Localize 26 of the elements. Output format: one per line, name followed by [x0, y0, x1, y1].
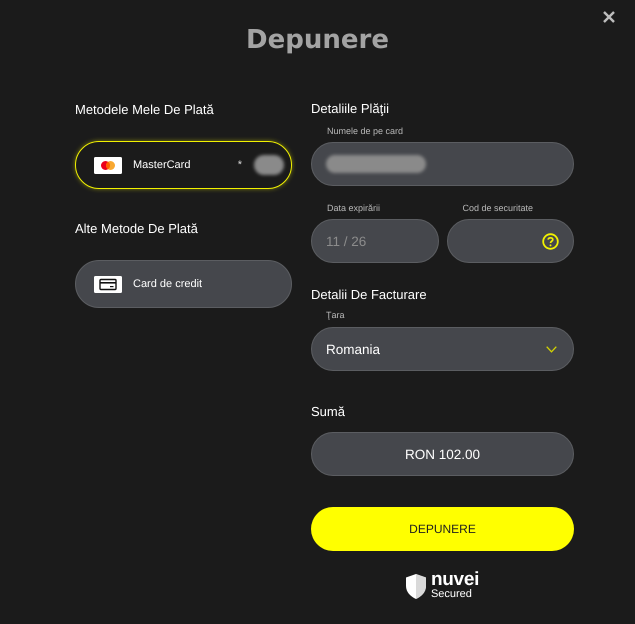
field-label: Ţara: [325, 309, 346, 321]
section-heading: Alte Metode De Plată: [75, 220, 199, 238]
section-heading: Detaliile Plăţii: [311, 100, 390, 118]
amount-field[interactable]: RON 102.00: [311, 432, 574, 476]
shield-icon: [406, 574, 426, 598]
section-heading: Metodele Mele De Plată: [75, 101, 215, 119]
help-icon[interactable]: [542, 232, 559, 250]
chevron-down-icon: [546, 346, 557, 352]
credit-card-icon: [94, 276, 122, 292]
deposit-button[interactable]: DEPUNERE: [311, 507, 574, 551]
card-name-field[interactable]: [311, 142, 574, 186]
close-icon[interactable]: [603, 11, 615, 23]
security-code-field[interactable]: [446, 219, 574, 263]
country-select[interactable]: Romania: [311, 327, 574, 371]
mastercard-logo-icon: [94, 156, 122, 174]
field-label: Cod de securitate: [462, 202, 534, 214]
section-heading: Detalii De Facturare: [311, 286, 428, 304]
dialog-title: Depunere: [246, 24, 389, 57]
payment-method-option[interactable]: Card de credit: [75, 260, 292, 308]
masked-card-number: *: [238, 159, 242, 171]
section-heading: Sumă: [311, 403, 346, 421]
brand-name: nuvei: [430, 572, 480, 588]
payment-method-option[interactable]: MasterCard *: [75, 141, 292, 189]
field-label: Data expirării: [326, 202, 382, 214]
field-label: Numele de pe card: [326, 125, 404, 137]
brand-caption: Secured: [430, 588, 472, 600]
